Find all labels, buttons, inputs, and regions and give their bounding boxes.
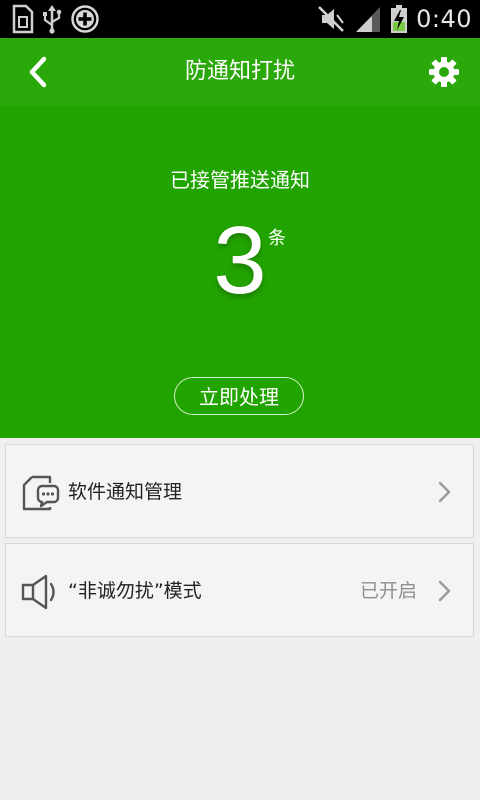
process-now-button[interactable]: 立即处理 xyxy=(174,377,304,415)
mode-status: 已开启 xyxy=(359,580,417,602)
back-button[interactable] xyxy=(14,48,62,96)
add-circle-icon xyxy=(71,5,99,33)
status-bar-right: 0:40 xyxy=(316,0,472,38)
page-title: 防通知打扰 xyxy=(184,59,295,84)
app-bar: 防通知打扰 xyxy=(0,38,480,106)
speaker-icon xyxy=(21,574,55,610)
status-time: 0:40 xyxy=(416,5,472,33)
gear-icon xyxy=(429,57,459,87)
notification-count: 3 xyxy=(213,207,267,314)
notification-summary: 已接管推送通知 3 条 立即处理 xyxy=(0,106,480,438)
list-item-label: “非诚勿扰”模式 xyxy=(68,580,202,602)
chevron-right-icon xyxy=(438,580,451,602)
settings-button[interactable] xyxy=(420,48,468,96)
status-bar-left xyxy=(10,4,100,34)
list-item-do-not-disturb-mode[interactable]: “非诚勿扰”模式 已开启 xyxy=(5,543,474,637)
chevron-right-icon xyxy=(438,481,451,503)
count-unit: 条 xyxy=(268,228,286,249)
summary-caption: 已接管推送通知 xyxy=(170,168,310,192)
sim-card-icon xyxy=(12,4,34,34)
status-bar: 0:40 xyxy=(0,0,480,38)
list-item-label: 软件通知管理 xyxy=(68,481,183,503)
count-display: 3 xyxy=(0,206,480,316)
battery-charging-icon xyxy=(391,5,408,33)
signal-icon xyxy=(356,7,381,32)
chevron-left-icon xyxy=(29,56,47,88)
chat-bubble-icon xyxy=(22,475,60,511)
list-item-app-notification-management[interactable]: 软件通知管理 xyxy=(5,444,474,538)
mute-icon xyxy=(318,6,345,32)
usb-icon xyxy=(43,5,62,34)
